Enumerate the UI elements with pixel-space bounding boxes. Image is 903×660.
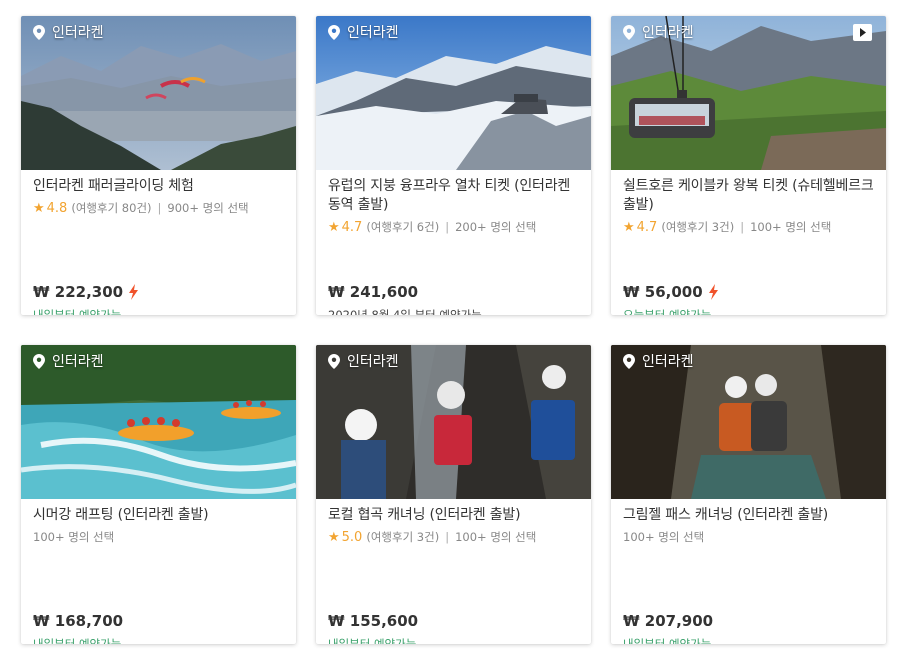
- product-info: 시머강 래프팅 (인터라켄 출발) 100+ 명의 선택 ₩ 168,700 내…: [21, 499, 296, 644]
- location-label: 인터라켄: [623, 22, 694, 42]
- product-meta: 100+ 명의 선택: [623, 529, 874, 545]
- price: ₩ 155,600: [328, 612, 419, 630]
- review-count: (여행후기 3건): [366, 530, 440, 544]
- star-icon: ★: [328, 219, 340, 235]
- product-card[interactable]: 인터라켄 쉴트호른 케이블카 왕복 티켓 (슈테헬베르크 출발) ★ 4.7 (…: [611, 16, 886, 315]
- product-grid: 인터라켄 인터라켄 패러글라이딩 체험 ★ 4.8 (여행후기 80건) | 9…: [0, 0, 903, 660]
- rating-score: 4.8: [46, 200, 68, 216]
- product-title[interactable]: 인터라켄 패러글라이딩 체험: [33, 177, 284, 196]
- price-row: ₩ 241,600: [328, 283, 418, 301]
- price: ₩ 168,700: [33, 612, 124, 630]
- star-icon: ★: [33, 200, 45, 216]
- location-text: 인터라켄: [52, 354, 104, 370]
- price: ₩ 241,600: [328, 283, 419, 301]
- location-label: 인터라켄: [33, 22, 104, 42]
- product-title[interactable]: 유럽의 지붕 융프라우 열차 티켓 (인터라켄 동역 출발): [328, 177, 579, 215]
- price: ₩ 207,900: [623, 612, 714, 630]
- map-pin-icon: [623, 353, 635, 369]
- lightning-bolt-icon: [129, 284, 139, 300]
- product-info: 인터라켄 패러글라이딩 체험 ★ 4.8 (여행후기 80건) | 900+ 명…: [21, 170, 296, 315]
- popularity: 100+ 명의 선택: [33, 530, 115, 544]
- map-pin-icon: [33, 24, 45, 40]
- location-text: 인터라켄: [642, 25, 694, 41]
- product-meta: ★ 5.0 (여행후기 3건) | 100+ 명의 선택: [328, 529, 579, 545]
- divider: |: [157, 201, 162, 215]
- product-thumbnail[interactable]: 인터라켄: [316, 345, 591, 499]
- lightning-bolt-icon: [708, 284, 718, 300]
- product-card[interactable]: 인터라켄 그림젤 패스 캐녀닝 (인터라켄 출발) 100+ 명의 선택 ₩ 2…: [611, 345, 886, 644]
- map-pin-icon: [328, 353, 340, 369]
- star-icon: ★: [328, 529, 340, 545]
- product-info: 쉴트호른 케이블카 왕복 티켓 (슈테헬베르크 출발) ★ 4.7 (여행후기 …: [611, 170, 886, 315]
- popularity: 900+ 명의 선택: [167, 201, 249, 215]
- availability: 오늘부터 예약가능: [623, 308, 712, 315]
- product-card[interactable]: 인터라켄 시머강 래프팅 (인터라켄 출발) 100+ 명의 선택 ₩ 168,…: [21, 345, 296, 644]
- availability: 2020년 8월 4일 부터 예약가능: [328, 308, 482, 315]
- popularity: 100+ 명의 선택: [623, 530, 705, 544]
- product-title[interactable]: 그림젤 패스 캐녀닝 (인터라켄 출발): [623, 506, 874, 525]
- location-label: 인터라켄: [33, 351, 104, 371]
- star-icon: ★: [623, 219, 635, 235]
- popularity: 100+ 명의 선택: [750, 220, 832, 234]
- product-card[interactable]: 인터라켄 인터라켄 패러글라이딩 체험 ★ 4.8 (여행후기 80건) | 9…: [21, 16, 296, 315]
- availability: 내일부터 예약가능: [33, 308, 122, 315]
- review-count: (여행후기 80건): [71, 201, 152, 215]
- availability: 내일부터 예약가능: [623, 637, 712, 644]
- location-label: 인터라켄: [328, 351, 399, 371]
- product-info: 그림젤 패스 캐녀닝 (인터라켄 출발) 100+ 명의 선택 ₩ 207,90…: [611, 499, 886, 644]
- product-title[interactable]: 쉴트호른 케이블카 왕복 티켓 (슈테헬베르크 출발): [623, 177, 874, 215]
- video-play-icon[interactable]: [853, 24, 872, 41]
- location-text: 인터라켄: [642, 354, 694, 370]
- location-label: 인터라켄: [623, 351, 694, 371]
- product-thumbnail[interactable]: 인터라켄: [611, 345, 886, 499]
- map-pin-icon: [623, 24, 635, 40]
- popularity: 200+ 명의 선택: [455, 220, 537, 234]
- divider: |: [445, 220, 450, 234]
- rating-score: 5.0: [341, 529, 363, 545]
- product-thumbnail[interactable]: 인터라켄: [316, 16, 591, 170]
- price-row: ₩ 56,000: [623, 283, 719, 301]
- product-card[interactable]: 인터라켄 로컬 협곡 캐녀닝 (인터라켄 출발) ★ 5.0 (여행후기 3건)…: [316, 345, 591, 644]
- product-meta: ★ 4.7 (여행후기 6건) | 200+ 명의 선택: [328, 219, 579, 235]
- divider: |: [740, 220, 745, 234]
- price: ₩ 222,300: [33, 283, 124, 301]
- product-thumbnail[interactable]: 인터라켄: [21, 16, 296, 170]
- availability: 내일부터 예약가능: [33, 637, 122, 644]
- product-card[interactable]: 인터라켄 유럽의 지붕 융프라우 열차 티켓 (인터라켄 동역 출발) ★ 4.…: [316, 16, 591, 315]
- price-row: ₩ 207,900: [623, 612, 713, 630]
- price-row: ₩ 155,600: [328, 612, 418, 630]
- location-label: 인터라켄: [328, 22, 399, 42]
- product-title[interactable]: 로컬 협곡 캐녀닝 (인터라켄 출발): [328, 506, 579, 525]
- product-info: 로컬 협곡 캐녀닝 (인터라켄 출발) ★ 5.0 (여행후기 3건) | 10…: [316, 499, 591, 644]
- location-text: 인터라켄: [347, 25, 399, 41]
- popularity: 100+ 명의 선택: [455, 530, 537, 544]
- rating-score: 4.7: [341, 219, 363, 235]
- map-pin-icon: [328, 24, 340, 40]
- location-text: 인터라켄: [52, 25, 104, 41]
- price-row: ₩ 222,300: [33, 283, 139, 301]
- product-meta: ★ 4.8 (여행후기 80건) | 900+ 명의 선택: [33, 200, 284, 216]
- product-thumbnail[interactable]: 인터라켄: [611, 16, 886, 170]
- price-row: ₩ 168,700: [33, 612, 123, 630]
- review-count: (여행후기 6건): [366, 220, 440, 234]
- divider: |: [445, 530, 450, 544]
- product-title[interactable]: 시머강 래프팅 (인터라켄 출발): [33, 506, 284, 525]
- availability: 내일부터 예약가능: [328, 637, 417, 644]
- location-text: 인터라켄: [347, 354, 399, 370]
- price: ₩ 56,000: [623, 283, 703, 301]
- product-meta: ★ 4.7 (여행후기 3건) | 100+ 명의 선택: [623, 219, 874, 235]
- map-pin-icon: [33, 353, 45, 369]
- rating-score: 4.7: [636, 219, 658, 235]
- product-thumbnail[interactable]: 인터라켄: [21, 345, 296, 499]
- product-meta: 100+ 명의 선택: [33, 529, 284, 545]
- product-info: 유럽의 지붕 융프라우 열차 티켓 (인터라켄 동역 출발) ★ 4.7 (여행…: [316, 170, 591, 315]
- review-count: (여행후기 3건): [661, 220, 735, 234]
